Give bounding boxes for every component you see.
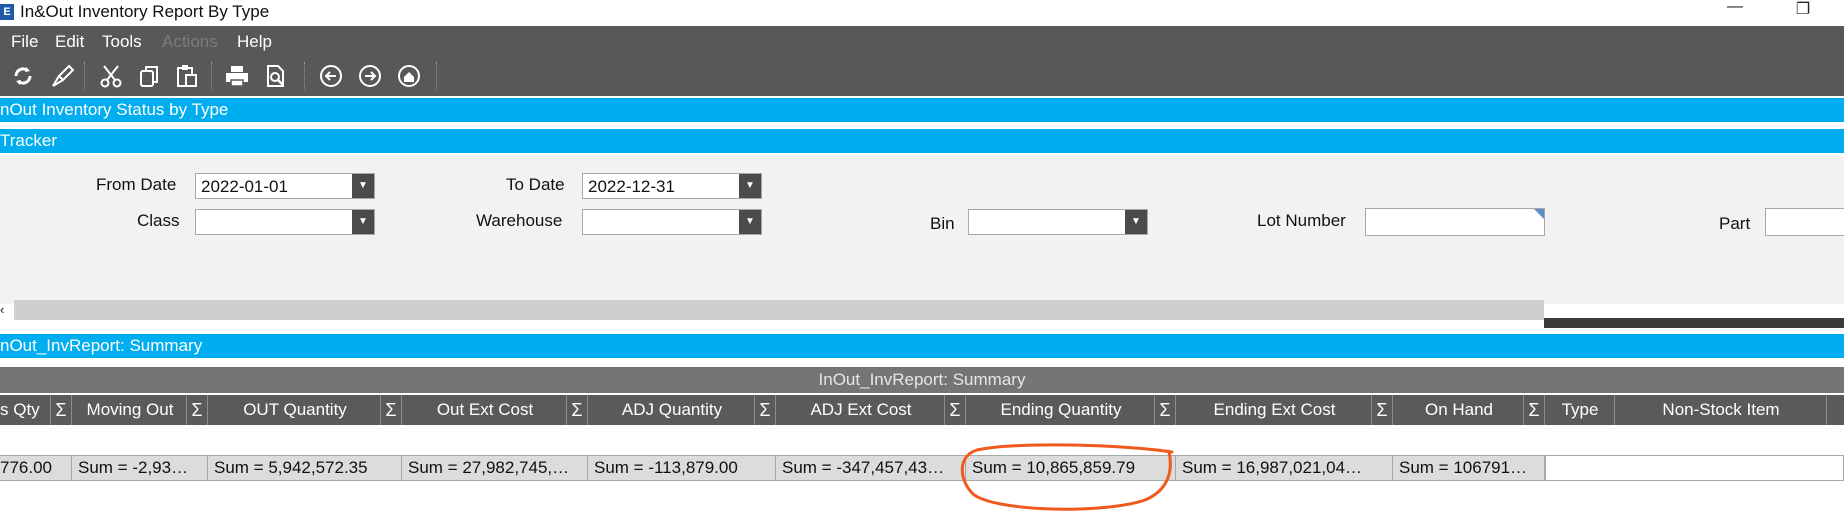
sum-cell[interactable]: Sum = 16,987,021,04…: [1176, 455, 1393, 481]
minimize-button[interactable]: —: [1718, 0, 1752, 20]
part-input[interactable]: [1765, 208, 1844, 236]
chevron-down-icon[interactable]: ▼: [739, 210, 761, 234]
sigma-icon[interactable]: Σ: [754, 395, 775, 425]
from-date-label: From Date: [96, 175, 177, 194]
corner-indicator-icon: [1534, 209, 1544, 219]
forward-icon[interactable]: [356, 62, 384, 90]
grid-body: [0, 425, 1844, 455]
toolbar-separator: [211, 62, 214, 90]
column-header[interactable]: ADJ Quantity Σ: [588, 395, 776, 425]
chevron-down-icon[interactable]: ▼: [352, 210, 374, 234]
sum-cell[interactable]: Sum = -113,879.00: [588, 455, 776, 481]
home-icon[interactable]: [395, 62, 423, 90]
menu-edit[interactable]: Edit: [55, 32, 84, 52]
splitter[interactable]: [1544, 318, 1844, 328]
menu-file[interactable]: File: [11, 32, 38, 52]
annotation-circle: [960, 443, 1174, 511]
column-header[interactable]: ADJ Ext Cost Σ: [776, 395, 966, 425]
column-header-label: s Qty: [0, 400, 40, 419]
sigma-icon[interactable]: Σ: [1154, 395, 1175, 425]
sum-cell[interactable]: Sum = -2,93…: [72, 455, 208, 481]
column-header[interactable]: Type: [1545, 395, 1615, 425]
to-date-label: To Date: [506, 175, 565, 194]
sum-cell-empty: [1545, 455, 1844, 481]
column-header-label: Ending Quantity: [1000, 400, 1122, 419]
print-icon[interactable]: [223, 62, 251, 90]
sum-cell[interactable]: Sum = 27,982,745,…: [402, 455, 588, 481]
column-header-label: Out Ext Cost: [436, 400, 534, 419]
column-header[interactable]: Ending Ext Cost Σ: [1176, 395, 1393, 425]
grid-caption: InOut_InvReport: Summary: [0, 367, 1844, 393]
status-panel-header: nOut Inventory Status by Type: [0, 98, 1844, 122]
bin-label: Bin: [930, 214, 955, 233]
sigma-icon[interactable]: Σ: [50, 395, 71, 425]
class-label: Class: [137, 211, 180, 230]
sum-cell[interactable]: Sum = 5,942,572.35: [208, 455, 402, 481]
horizontal-scrollbar[interactable]: [14, 300, 1544, 320]
part-label: Part: [1719, 214, 1751, 233]
column-header-label: ADJ Quantity: [621, 400, 723, 419]
warehouse-select[interactable]: ▼: [582, 209, 762, 235]
print-preview-icon[interactable]: [262, 62, 290, 90]
column-header-label: OUT Quantity: [243, 400, 347, 419]
tracker-panel-header[interactable]: Tracker: [0, 129, 1844, 153]
column-header[interactable]: s Qty Σ: [0, 395, 72, 425]
column-header[interactable]: OUT Quantity Σ: [208, 395, 402, 425]
summary-panel-header[interactable]: nOut_InvReport: Summary: [0, 334, 1844, 358]
class-select[interactable]: ▼: [195, 209, 375, 235]
bin-select[interactable]: ▼: [968, 209, 1148, 235]
paste-icon[interactable]: [173, 62, 201, 90]
from-date-value: 2022-01-01: [201, 177, 288, 196]
column-header[interactable]: Ending Quantity Σ: [966, 395, 1176, 425]
warehouse-label: Warehouse: [476, 211, 563, 230]
chevron-down-icon[interactable]: ▼: [352, 174, 374, 198]
menu-actions: Actions: [162, 32, 218, 51]
column-header-label: On Hand: [1424, 400, 1494, 419]
chevron-down-icon[interactable]: ▼: [1125, 210, 1147, 234]
column-header[interactable]: Non-Stock Item: [1615, 395, 1827, 425]
sigma-icon[interactable]: Σ: [1371, 395, 1392, 425]
sum-cell[interactable]: Sum = -347,457,43…: [776, 455, 966, 481]
clear-icon[interactable]: [49, 62, 77, 90]
toolbar-separator: [304, 62, 307, 90]
column-header-label: Non-Stock Item: [1662, 400, 1780, 419]
refresh-icon[interactable]: [9, 62, 37, 90]
column-header-label: ADJ Ext Cost: [810, 400, 912, 419]
cut-icon[interactable]: [97, 62, 125, 90]
window-title: In&Out Inventory Report By Type: [20, 2, 270, 21]
back-icon[interactable]: [317, 62, 345, 90]
sigma-icon[interactable]: Σ: [186, 395, 207, 425]
from-date-field[interactable]: 2022-01-01 ▼: [195, 173, 375, 199]
column-header[interactable]: Moving Out Σ: [72, 395, 208, 425]
sigma-icon[interactable]: Σ: [944, 395, 965, 425]
to-date-value: 2022-12-31: [588, 177, 675, 196]
title-bar: [0, 0, 1844, 26]
toolbar-separator: [436, 62, 439, 90]
to-date-field[interactable]: 2022-12-31 ▼: [582, 173, 762, 199]
menu-tools[interactable]: Tools: [102, 32, 142, 52]
app-icon: E: [0, 4, 14, 20]
copy-icon[interactable]: [135, 62, 163, 90]
sum-cell[interactable]: Sum = 106791…: [1393, 455, 1545, 481]
lot-number-label: Lot Number: [1257, 211, 1346, 230]
menu-bar: [0, 26, 1844, 56]
chevron-down-icon[interactable]: ▼: [739, 174, 761, 198]
column-header-label: Type: [1561, 400, 1599, 419]
restore-button[interactable]: ❐: [1786, 0, 1820, 20]
sigma-icon[interactable]: Σ: [566, 395, 587, 425]
sigma-icon[interactable]: Σ: [380, 395, 401, 425]
sum-cell[interactable]: 776.00: [0, 455, 72, 481]
column-header-label: Moving Out: [86, 400, 174, 419]
menu-help[interactable]: Help: [237, 32, 272, 52]
column-header[interactable]: Out Ext Cost Σ: [402, 395, 588, 425]
toolbar-separator: [84, 62, 87, 90]
lot-number-input[interactable]: [1365, 208, 1545, 236]
column-header-label: Ending Ext Cost: [1213, 400, 1336, 419]
scroll-left-icon[interactable]: ‹: [0, 300, 14, 320]
column-header[interactable]: On Hand Σ: [1393, 395, 1545, 425]
sigma-icon[interactable]: Σ: [1523, 395, 1544, 425]
